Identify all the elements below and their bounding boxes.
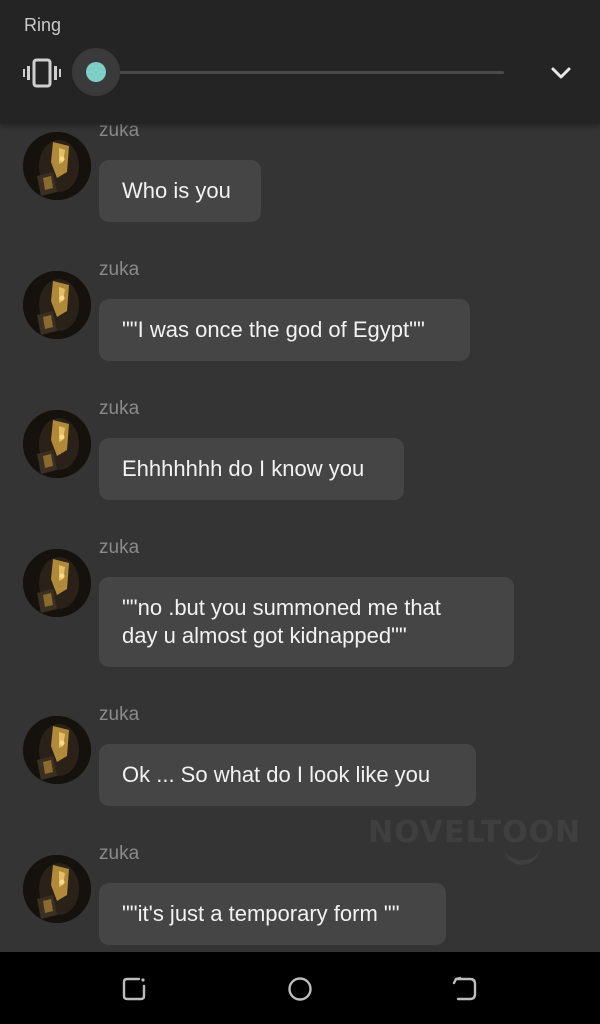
recents-icon[interactable] xyxy=(119,974,149,1004)
avatar[interactable] xyxy=(23,132,91,200)
avatar-image xyxy=(23,549,91,617)
sender-name: zuka xyxy=(99,704,140,725)
sender-name: zuka xyxy=(99,843,140,864)
sender-name: zuka xyxy=(99,259,140,280)
avatar[interactable] xyxy=(23,549,91,617)
message-bubble[interactable]: ""it's just a temporary form "" xyxy=(99,883,446,945)
back-icon[interactable] xyxy=(450,974,480,1004)
avatar[interactable] xyxy=(23,410,91,478)
volume-panel: Ring xyxy=(0,0,600,124)
message-bubble[interactable]: Ehhhhhhh do I know you xyxy=(99,438,404,500)
avatar-image xyxy=(23,132,91,200)
avatar-image xyxy=(23,855,91,923)
sender-name: zuka xyxy=(99,537,140,558)
avatar[interactable] xyxy=(23,855,91,923)
vibrate-icon[interactable] xyxy=(23,57,61,89)
chat-screen: zuka Who is you zuka ""I was once the go… xyxy=(0,0,600,1024)
avatar-image xyxy=(23,271,91,339)
home-icon[interactable] xyxy=(285,974,315,1004)
message-bubble[interactable]: ""I was once the god of Egypt"" xyxy=(99,299,470,361)
avatar-image xyxy=(23,716,91,784)
chevron-down-icon[interactable] xyxy=(544,58,578,88)
message-bubble[interactable]: Ok ... So what do I look like you xyxy=(99,744,476,806)
avatar[interactable] xyxy=(23,271,91,339)
message-bubble[interactable]: ""no .but you summoned me that day u alm… xyxy=(99,577,514,667)
volume-stream-label: Ring xyxy=(24,15,62,35)
avatar-image xyxy=(23,410,91,478)
sender-name: zuka xyxy=(99,398,140,419)
volume-slider-track[interactable] xyxy=(96,71,504,74)
watermark: NOVELTOON xyxy=(368,815,582,850)
avatar[interactable] xyxy=(23,716,91,784)
message-bubble[interactable]: Who is you xyxy=(99,160,261,222)
navigation-bar xyxy=(0,952,600,1024)
volume-slider-thumb[interactable] xyxy=(86,62,106,82)
